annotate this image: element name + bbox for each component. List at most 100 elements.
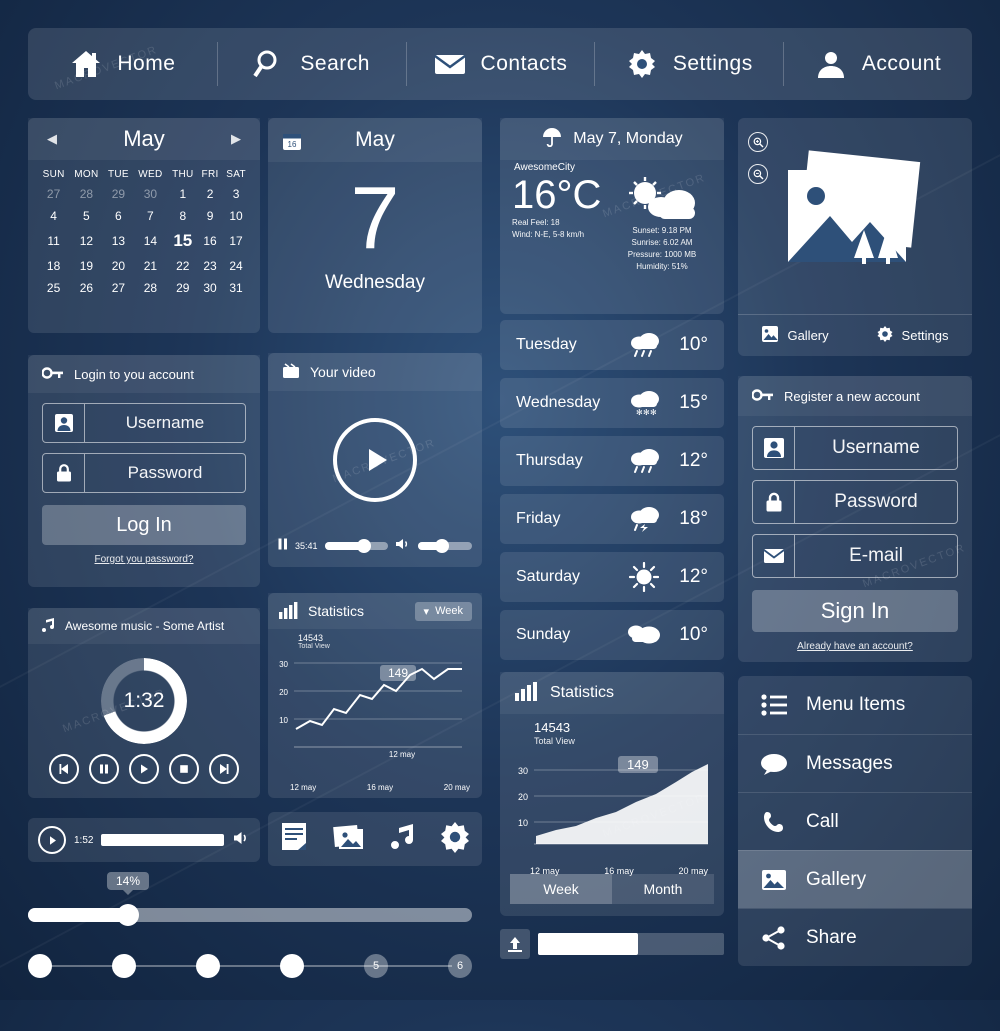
volume-icon[interactable] — [232, 830, 250, 851]
calendar-day[interactable]: 26 — [69, 277, 103, 299]
mini-player-progress[interactable] — [101, 834, 224, 846]
register-username-field[interactable]: Username — [752, 426, 958, 470]
forecast-row-sunday[interactable]: Sunday 10° — [500, 610, 724, 660]
calendar-day[interactable]: 20 — [104, 255, 134, 277]
calendar-day[interactable]: 10 — [222, 205, 250, 227]
calendar-day[interactable]: 11 — [38, 227, 69, 255]
calendar-next-button[interactable]: ▶ — [228, 131, 244, 147]
calendar-day[interactable]: 28 — [133, 277, 167, 299]
nav-item-contacts[interactable]: Contacts — [405, 28, 595, 100]
calendar-day[interactable]: 18 — [38, 255, 69, 277]
video-pause-button[interactable] — [278, 537, 288, 555]
statistics-range-dropdown[interactable]: ▾ Week — [414, 601, 472, 621]
nav-item-account[interactable]: Account — [783, 28, 972, 100]
tab-week[interactable]: Week — [510, 874, 612, 904]
calendar-day[interactable]: 24 — [222, 255, 250, 277]
video-volume-bar[interactable] — [418, 539, 472, 553]
calendar-day[interactable]: 29 — [168, 277, 198, 299]
video-seek-bar[interactable] — [324, 539, 388, 553]
step-dot-3[interactable] — [196, 954, 220, 978]
upload-icon[interactable] — [500, 929, 530, 959]
calendar-day[interactable]: 30 — [133, 183, 167, 205]
menu-item-menu-items[interactable]: Menu Items — [738, 676, 972, 734]
video-body[interactable] — [268, 391, 482, 529]
calendar-day[interactable]: 7 — [133, 205, 167, 227]
register-submit-button[interactable]: Sign In — [752, 590, 958, 632]
login-password-field[interactable]: Password — [42, 453, 246, 493]
calendar-day[interactable]: 22 — [168, 255, 198, 277]
music-next-button[interactable] — [209, 754, 239, 784]
slider-knob[interactable] — [117, 904, 139, 926]
music-stop-button[interactable] — [169, 754, 199, 784]
forecast-row-tuesday[interactable]: Tuesday 10° — [500, 320, 724, 370]
calendar-day[interactable]: 19 — [69, 255, 103, 277]
calendar-day[interactable]: 23 — [198, 255, 222, 277]
calendar-day[interactable]: 9 — [198, 205, 222, 227]
step-dot-2[interactable] — [112, 954, 136, 978]
forecast-row-friday[interactable]: Friday 18° — [500, 494, 724, 544]
gallery-preview[interactable] — [738, 118, 972, 314]
tab-month[interactable]: Month — [612, 874, 714, 904]
document-icon[interactable] — [278, 821, 312, 858]
stats-small-tooltip: 149 — [380, 665, 417, 681]
gallery-footer-settings-button[interactable]: Settings — [876, 325, 949, 346]
zoom-in-icon[interactable] — [748, 132, 768, 152]
step-dot-5[interactable]: 5 — [364, 954, 388, 978]
calendar-day[interactable]: 30 — [198, 277, 222, 299]
zoom-out-icon[interactable] — [748, 164, 768, 184]
login-submit-button[interactable]: Log In — [42, 505, 246, 545]
calendar-day[interactable]: 14 — [133, 227, 167, 255]
volume-icon[interactable] — [395, 537, 411, 556]
menu-item-messages[interactable]: Messages — [738, 734, 972, 792]
calendar-day[interactable]: 21 — [133, 255, 167, 277]
calendar-prev-button[interactable]: ◀ — [44, 131, 60, 147]
slider-track[interactable] — [28, 904, 472, 926]
calendar-day-selected[interactable]: 15 — [168, 227, 198, 255]
forecast-row-wednesday[interactable]: Wednesday ✻ ✻ ✻ 15° — [500, 378, 724, 428]
nav-label-settings: Settings — [672, 52, 753, 75]
already-account-link[interactable]: Already have an account? — [738, 641, 972, 652]
calendar-day[interactable]: 8 — [168, 205, 198, 227]
nav-item-settings[interactable]: Settings — [594, 28, 783, 100]
photos-icon[interactable] — [332, 821, 366, 858]
forecast-row-saturday[interactable]: Saturday 12° — [500, 552, 724, 602]
calendar-day[interactable]: 16 — [198, 227, 222, 255]
calendar-day[interactable]: 31 — [222, 277, 250, 299]
music-prev-button[interactable] — [49, 754, 79, 784]
login-username-field[interactable]: Username — [42, 403, 246, 443]
step-dot-1[interactable] — [28, 954, 52, 978]
calendar-day[interactable]: 29 — [104, 183, 134, 205]
step-dot-6[interactable]: 6 — [448, 954, 472, 978]
nav-item-search[interactable]: Search — [216, 28, 406, 100]
gallery-footer-gallery-button[interactable]: Gallery — [761, 325, 829, 346]
calendar-day[interactable]: 27 — [38, 183, 69, 205]
calendar-day[interactable]: 12 — [69, 227, 103, 255]
forecast-row-thursday[interactable]: Thursday 12° — [500, 436, 724, 486]
register-password-field[interactable]: Password — [752, 480, 958, 524]
calendar-day[interactable]: 4 — [38, 205, 69, 227]
calendar-day[interactable]: 25 — [38, 277, 69, 299]
menu-item-call[interactable]: Call — [738, 792, 972, 850]
video-play-button[interactable] — [333, 418, 417, 502]
step-dot-4[interactable] — [280, 954, 304, 978]
calendar-day[interactable]: 17 — [222, 227, 250, 255]
menu-item-gallery[interactable]: Gallery — [738, 850, 972, 908]
menu-item-share[interactable]: Share — [738, 908, 972, 966]
calendar-day[interactable]: 27 — [104, 277, 134, 299]
register-email-field[interactable]: E-mail — [752, 534, 958, 578]
nav-item-home[interactable]: Home — [28, 28, 217, 100]
calendar-day[interactable]: 6 — [104, 205, 134, 227]
music-note-icon[interactable] — [386, 821, 418, 858]
gear-icon[interactable] — [438, 820, 472, 859]
progress-slider[interactable]: 14% — [28, 872, 472, 932]
forgot-password-link[interactable]: Forgot you password? — [28, 554, 260, 565]
calendar-day[interactable]: 13 — [104, 227, 134, 255]
calendar-day[interactable]: 2 — [198, 183, 222, 205]
music-play-button[interactable] — [129, 754, 159, 784]
mini-play-button[interactable] — [38, 826, 66, 854]
calendar-day[interactable]: 28 — [69, 183, 103, 205]
calendar-day[interactable]: 5 — [69, 205, 103, 227]
calendar-day[interactable]: 1 — [168, 183, 198, 205]
calendar-day[interactable]: 3 — [222, 183, 250, 205]
music-pause-button[interactable] — [89, 754, 119, 784]
